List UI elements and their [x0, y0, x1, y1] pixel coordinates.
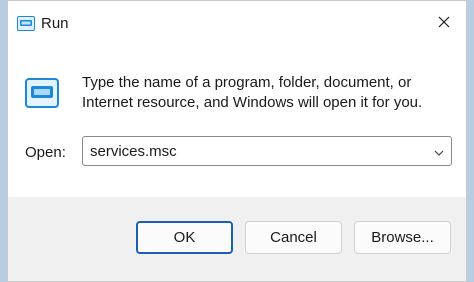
ok-button[interactable]: OK — [136, 221, 233, 254]
description: Type the name of a program, folder, docu… — [82, 73, 442, 113]
button-bar: OK Cancel Browse... — [8, 197, 466, 281]
title-bar[interactable]: Run — [8, 1, 466, 47]
description-line-2: Internet resource, and Windows will open… — [82, 94, 423, 111]
chevron-down-icon[interactable] — [433, 146, 445, 158]
close-icon — [438, 15, 450, 33]
run-dialog: Run Type the name of a program, folder, … — [7, 0, 467, 282]
window-title: Run — [41, 15, 69, 32]
run-program-icon — [25, 78, 59, 108]
run-icon — [17, 16, 35, 31]
browse-button[interactable]: Browse... — [354, 221, 451, 254]
dialog-content: Type the name of a program, folder, docu… — [8, 47, 466, 197]
open-label: Open: — [25, 144, 66, 161]
open-combobox[interactable]: services.msc — [82, 136, 452, 166]
open-input[interactable]: services.msc — [90, 143, 177, 160]
description-line-1: Type the name of a program, folder, docu… — [82, 74, 412, 91]
close-button[interactable] — [422, 1, 466, 47]
cancel-button[interactable]: Cancel — [245, 221, 342, 254]
